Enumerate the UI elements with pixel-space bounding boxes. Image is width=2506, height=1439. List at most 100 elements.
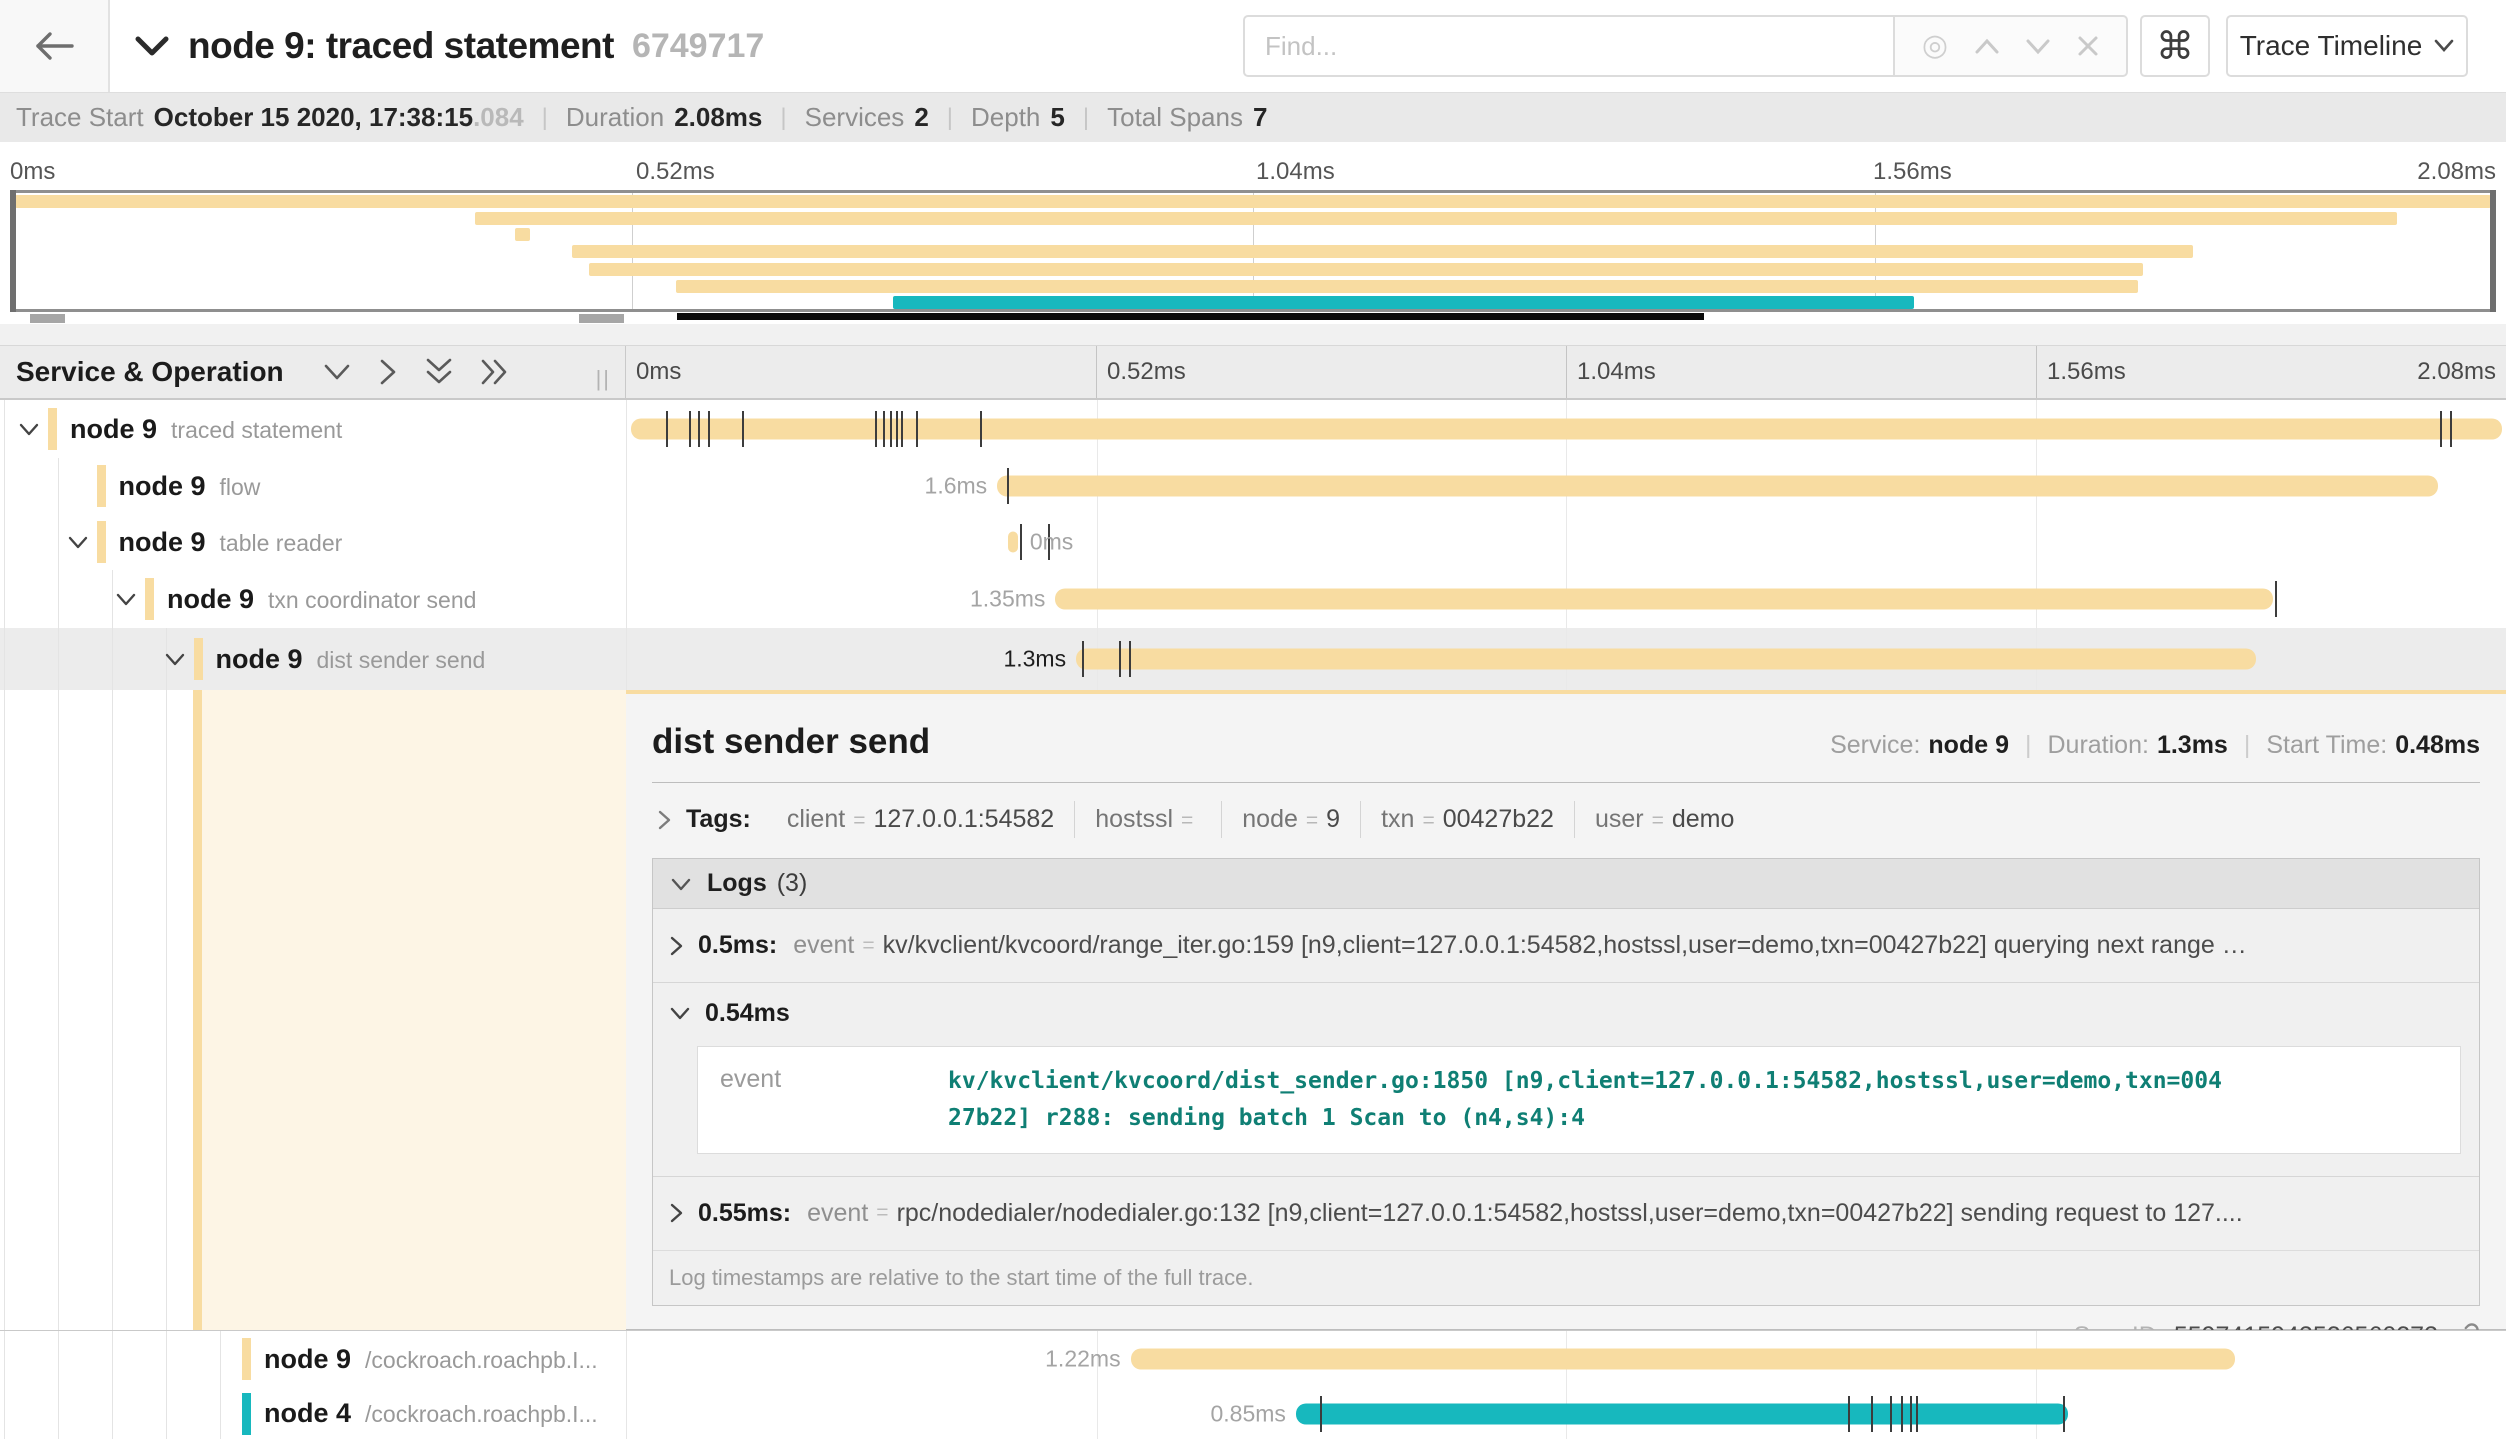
column-resize-grip[interactable]: || [596, 366, 611, 392]
collapse-all-icon[interactable] [424, 357, 454, 387]
trace-info-value: 2 [914, 102, 928, 133]
span-row[interactable]: node 4/cockroach.roachpb.I...0.85ms [0, 1387, 2506, 1439]
span-duration-bar[interactable] [997, 476, 2438, 497]
span-expander-icon[interactable] [67, 535, 89, 550]
timeline-axis-tick: 1.56ms [2036, 346, 2126, 398]
minimap-scrub-handle[interactable] [30, 314, 65, 323]
span-name: node 9traced statement [70, 414, 342, 445]
span-detail-section: dist sender send Service:node 9|Duration… [0, 690, 2506, 1330]
collapse-one-icon[interactable] [322, 362, 352, 382]
find-next-icon[interactable] [2025, 37, 2051, 55]
span-duration-bar[interactable] [1296, 1403, 2068, 1424]
operation-name: flow [220, 474, 261, 501]
span-timeline-cell[interactable]: 1.35ms [626, 570, 2506, 628]
service-name: node 9 [70, 414, 157, 445]
span-row[interactable]: node 9/cockroach.roachpb.I...1.22ms [0, 1331, 2506, 1387]
info-separator: | [780, 104, 786, 132]
span-duration-label: 1.6ms [925, 473, 998, 500]
find-input[interactable] [1243, 15, 1893, 77]
span-row[interactable]: node 9table reader 0ms [0, 514, 2506, 570]
tag-item[interactable]: txn=00427b22 [1361, 801, 1575, 838]
indent-guide [112, 628, 113, 690]
find-controls: ◎ [1893, 15, 2128, 77]
log-marker-tick [698, 411, 700, 447]
span-duration-bar[interactable] [1008, 532, 1017, 553]
log-marker-tick [1890, 1396, 1892, 1432]
log-marker-tick [2450, 411, 2452, 447]
tag-item[interactable]: client=127.0.0.1:54582 [767, 801, 1075, 838]
minimap-focus-line[interactable] [677, 313, 1704, 320]
minimap-drag-handle-left[interactable] [10, 190, 16, 312]
log-entry-collapsed[interactable]: 0.5ms:event=kv/kvclient/kvcoord/range_it… [653, 909, 2479, 982]
keyboard-shortcuts-button[interactable]: ⌘ [2140, 15, 2210, 77]
span-name: node 9txn coordinator send [167, 584, 476, 615]
span-row[interactable]: node 9dist sender send 1.3ms [0, 628, 2506, 690]
minimap-drag-handle-right[interactable] [2490, 190, 2496, 312]
log-equals: = [862, 934, 874, 958]
expand-all-icon[interactable] [480, 357, 510, 387]
span-expander-icon[interactable] [164, 652, 186, 667]
tag-key: hostssl [1095, 805, 1173, 834]
collapse-trace-header-icon[interactable] [134, 34, 170, 58]
page-title: node 9: traced statement [188, 25, 614, 67]
span-name-cell[interactable]: node 9traced statement [0, 400, 626, 458]
span-timeline-cell[interactable]: 1.6ms [626, 458, 2506, 514]
indent-guide [58, 514, 59, 570]
log-entry-collapsed[interactable]: 0.55ms:event=rpc/nodedialer/nodedialer.g… [653, 1176, 2479, 1250]
expand-one-icon[interactable] [378, 357, 398, 387]
indent-guide [4, 1331, 5, 1387]
span-duration-bar[interactable] [1055, 589, 2273, 610]
minimap-span-bar [15, 195, 2491, 208]
span-name-cell[interactable]: node 9flow [0, 458, 626, 514]
trace-info-value: October 15 2020, 17:38:15 [154, 102, 473, 133]
span-row[interactable]: node 9txn coordinator send 1.35ms [0, 570, 2506, 628]
span-timeline-cell[interactable]: 1.3ms [626, 628, 2506, 690]
tag-item[interactable]: node=9 [1222, 801, 1361, 838]
span-timeline-cell[interactable] [626, 400, 2506, 458]
minimap-scrub-handle[interactable] [579, 314, 624, 323]
trace-view-selector[interactable]: Trace Timeline [2226, 15, 2468, 77]
log-marker-tick [1119, 641, 1121, 677]
span-expander-icon[interactable] [115, 592, 137, 607]
back-button[interactable] [0, 0, 110, 92]
indent-guide [112, 1387, 113, 1439]
span-name-cell[interactable]: node 9/cockroach.roachpb.I... [0, 1331, 626, 1387]
span-name-cell[interactable]: node 9txn coordinator send [0, 570, 626, 628]
span-name: node 9dist sender send [216, 644, 486, 675]
span-name-cell[interactable]: node 9table reader [0, 514, 626, 570]
minimap-canvas[interactable] [10, 190, 2496, 312]
operation-name: txn coordinator send [268, 587, 476, 614]
logs-header[interactable]: Logs (3) [653, 859, 2479, 909]
span-row[interactable]: node 9flow 1.6ms [0, 458, 2506, 514]
span-color-line [193, 690, 202, 1330]
span-expander-icon[interactable] [18, 422, 40, 437]
tags-row[interactable]: Tags: client=127.0.0.1:54582hostssl=node… [652, 801, 2480, 838]
log-expanded-header[interactable]: 0.54ms [669, 999, 2463, 1028]
span-timeline-cell[interactable]: 0.85ms [626, 1387, 2506, 1439]
span-detail-card: dist sender send Service:node 9|Duration… [626, 690, 2506, 1330]
timeline-axis: 0ms0.52ms1.04ms1.56ms2.08ms [626, 346, 2506, 398]
span-name-cell[interactable]: node 4/cockroach.roachpb.I... [0, 1387, 626, 1439]
log-timestamp: 0.55ms: [698, 1199, 791, 1228]
minimap-tick-label: 1.04ms [1256, 158, 1335, 186]
tag-item[interactable]: user=demo [1575, 801, 1754, 838]
span-duration-bar[interactable] [1076, 649, 2256, 670]
span-duration-bar[interactable] [631, 419, 2502, 440]
tag-item[interactable]: hostssl= [1075, 801, 1222, 838]
span-duration-bar[interactable] [1131, 1349, 2236, 1370]
tags-expander-icon[interactable] [656, 808, 672, 832]
span-name: node 9table reader [119, 527, 343, 558]
log-field-value: kv/kvclient/kvcoord/range_iter.go:159 [n… [883, 931, 2247, 960]
minimap-tick-label: 0ms [10, 158, 55, 186]
operation-name: /cockroach.roachpb.I... [365, 1401, 598, 1428]
service-color-chip [242, 1338, 251, 1380]
span-timeline-cell[interactable]: 1.22ms [626, 1331, 2506, 1387]
log-marker-tick [980, 411, 982, 447]
locate-span-icon[interactable]: ◎ [1922, 31, 1948, 61]
find-clear-icon[interactable] [2077, 35, 2099, 57]
span-timeline-cell[interactable]: 0ms [626, 514, 2506, 570]
log-marker-tick [1320, 1396, 1322, 1432]
find-prev-icon[interactable] [1974, 37, 2000, 55]
span-row[interactable]: node 9traced statement [0, 400, 2506, 458]
span-name-cell[interactable]: node 9dist sender send [0, 628, 626, 690]
